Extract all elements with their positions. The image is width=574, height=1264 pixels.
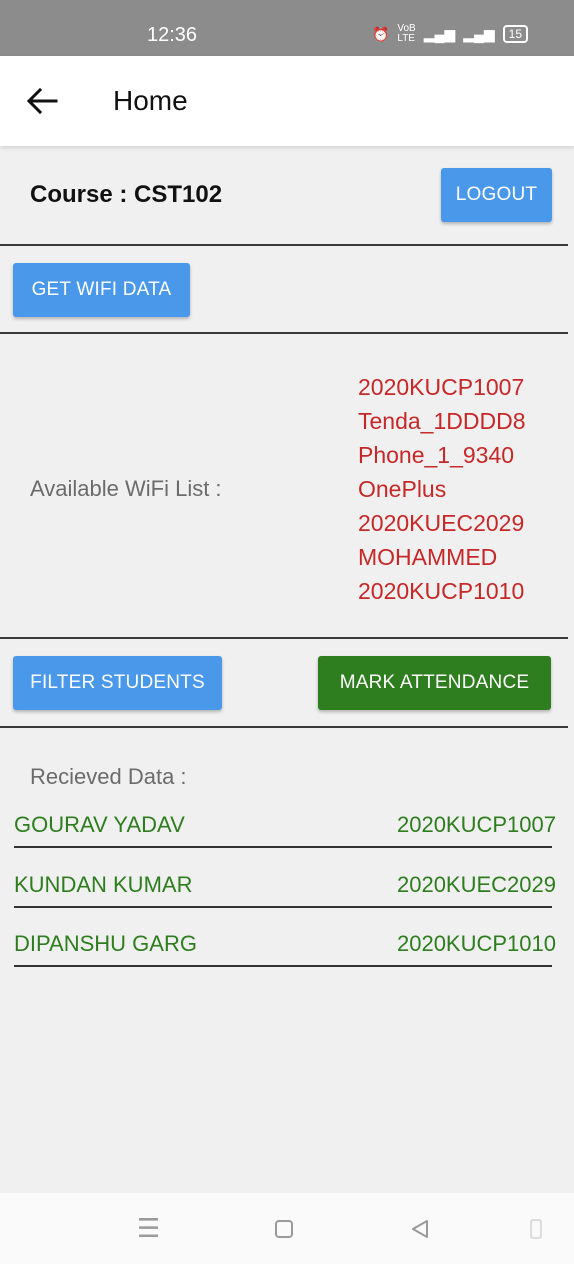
signal-icon: ▂▄▆ <box>463 25 495 42</box>
divider <box>0 726 568 728</box>
wifi-item: OnePlus <box>358 476 447 502</box>
divider <box>0 244 568 246</box>
student-name: KUNDAN KUMAR <box>14 872 193 897</box>
get-wifi-data-button[interactable]: GET WIFI DATA <box>13 263 190 317</box>
wifi-item: Phone_1_9340 <box>358 442 515 468</box>
wifi-list-label: Available WiFi List : <box>30 476 222 501</box>
student-row: KUNDAN KUMAR 2020KUEC2029 <box>14 872 556 908</box>
mark-attendance-button[interactable]: MARK ATTENDANCE <box>318 656 551 710</box>
alarm-icon: ⏰ <box>371 25 390 42</box>
menu-icon[interactable]: ☰ <box>137 1213 160 1244</box>
divider <box>0 332 568 334</box>
logout-button[interactable]: LOGOUT <box>441 168 552 222</box>
student-row: GOURAV YADAV 2020KUCP1007 <box>14 812 556 848</box>
battery-icon: 15 <box>502 25 528 43</box>
wifi-item: MOHAMMED <box>358 544 498 570</box>
arrow-left-icon[interactable] <box>26 87 58 115</box>
app-bar: Home <box>0 56 574 146</box>
status-time: 12:36 <box>147 24 198 46</box>
wifi-list: 2020KUCP1007 Tenda_1DDDD8 Phone_1_9340 O… <box>358 370 525 608</box>
status-icons: ⏰ VoB LTE ▂▄▆ ▂▄▆ 15 <box>372 24 528 44</box>
volte-icon: VoB LTE <box>397 23 416 44</box>
student-row: DIPANSHU GARG 2020KUCP1010 <box>14 931 556 967</box>
5g-signal-icon: ▂▄▆ <box>423 25 456 42</box>
student-id: 2020KUCP1007 <box>396 812 556 837</box>
back-icon[interactable] <box>410 1219 430 1239</box>
course-label: Course : CST102 <box>30 181 223 208</box>
home-icon[interactable] <box>274 1219 294 1239</box>
wifi-item: 2020KUCP1010 <box>358 578 525 604</box>
divider <box>0 637 568 639</box>
wifi-item: 2020KUEC2029 <box>358 510 525 536</box>
system-nav-bar: ☰ <box>0 1193 574 1264</box>
wifi-item: 2020KUCP1007 <box>358 374 525 400</box>
student-name: GOURAV YADAV <box>14 812 185 837</box>
wifi-item: Tenda_1DDDD8 <box>358 408 526 434</box>
received-data-label: Recieved Data : <box>30 764 187 789</box>
student-id: 2020KUCP1010 <box>396 931 556 956</box>
student-name: DIPANSHU GARG <box>14 931 197 956</box>
rotate-icon[interactable] <box>524 1217 548 1241</box>
status-bar: 12:36 ⏰ VoB LTE ▂▄▆ ▂▄▆ 15 <box>0 0 574 56</box>
page-title: Home <box>113 85 188 116</box>
filter-students-button[interactable]: FILTER STUDENTS <box>13 656 222 710</box>
student-id: 2020KUEC2029 <box>396 872 556 897</box>
